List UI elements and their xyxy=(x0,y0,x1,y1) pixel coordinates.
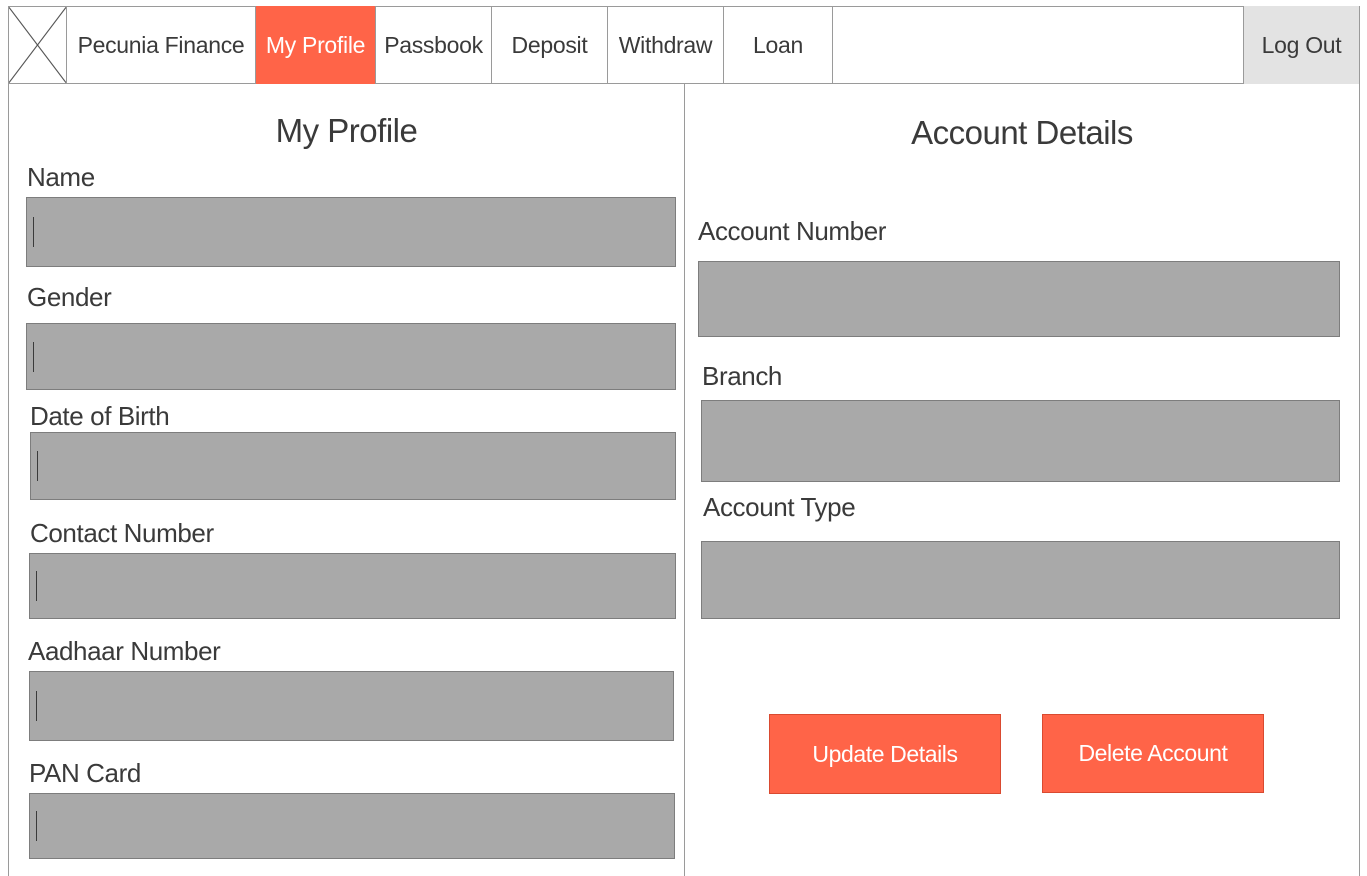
nav-item-withdraw[interactable]: Withdraw xyxy=(608,6,724,84)
text-cursor xyxy=(36,571,37,601)
account-title: Account Details xyxy=(911,114,1133,151)
logo-placeholder-icon[interactable] xyxy=(8,6,67,84)
aadhaar-number-label: Aadhaar Number xyxy=(28,636,221,666)
gender-label: Gender xyxy=(27,282,112,312)
nav-item-my-profile[interactable]: My Profile xyxy=(256,6,376,84)
name-input[interactable] xyxy=(26,197,676,267)
contact-number-input[interactable] xyxy=(29,553,676,619)
account-number-input[interactable] xyxy=(698,261,1340,337)
text-cursor xyxy=(33,341,34,372)
account-type-label: Account Type xyxy=(703,492,856,522)
name-label: Name xyxy=(27,162,95,192)
profile-panel: My Profile Name Gender Date of Birth Con… xyxy=(8,84,684,876)
branch-input[interactable] xyxy=(701,400,1340,482)
text-cursor xyxy=(33,217,34,247)
date-of-birth-label: Date of Birth xyxy=(30,401,170,431)
delete-account-button[interactable]: Delete Account xyxy=(1042,714,1264,793)
nav-item-loan[interactable]: Loan xyxy=(724,6,833,84)
text-cursor xyxy=(36,691,37,721)
text-cursor xyxy=(37,451,38,481)
contact-number-label: Contact Number xyxy=(30,518,214,548)
nav-item-deposit[interactable]: Deposit xyxy=(492,6,608,84)
account-number-label: Account Number xyxy=(698,216,887,246)
aadhaar-number-input[interactable] xyxy=(29,671,674,741)
brand-title[interactable]: Pecunia Finance xyxy=(67,6,256,84)
update-details-button[interactable]: Update Details xyxy=(769,714,1001,794)
pan-card-label: PAN Card xyxy=(29,758,141,788)
pan-card-input[interactable] xyxy=(29,793,675,859)
top-nav: Pecunia Finance My Profile Passbook Depo… xyxy=(8,6,1360,84)
logout-button[interactable]: Log Out xyxy=(1243,6,1360,84)
account-panel: Account Details Account Number Branch Ac… xyxy=(684,84,1360,876)
text-cursor xyxy=(36,811,37,841)
image-placeholder-icon xyxy=(9,6,66,84)
page: Pecunia Finance My Profile Passbook Depo… xyxy=(0,0,1367,876)
branch-label: Branch xyxy=(702,361,782,391)
gender-input[interactable] xyxy=(26,323,676,390)
nav-item-passbook[interactable]: Passbook xyxy=(376,6,492,84)
profile-title: My Profile xyxy=(275,112,418,149)
date-of-birth-input[interactable] xyxy=(30,432,676,500)
account-type-input[interactable] xyxy=(701,541,1340,619)
